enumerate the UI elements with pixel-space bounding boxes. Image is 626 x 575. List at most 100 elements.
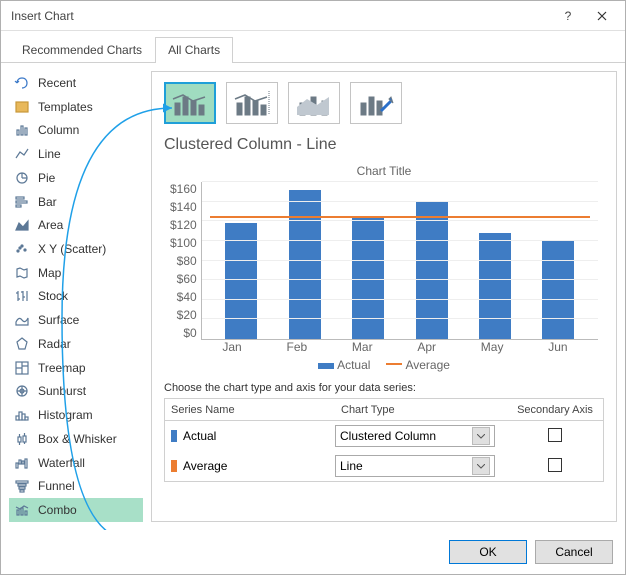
funnel-icon [13, 477, 31, 495]
combo-subtype-row [164, 82, 604, 124]
tab-strip: Recommended Charts All Charts [1, 31, 625, 63]
sidebar-item-label: Surface [38, 313, 79, 327]
chart-plot [201, 182, 598, 340]
sidebar-item-label: Funnel [38, 479, 75, 493]
series-name-actual: Actual [183, 429, 216, 443]
tab-all-charts[interactable]: All Charts [155, 37, 233, 63]
help-button[interactable]: ? [551, 4, 585, 28]
header-series-name: Series Name [165, 401, 335, 419]
box-whisker-icon [13, 430, 31, 448]
recent-icon [13, 74, 31, 92]
main-panel: Clustered Column - Line Chart Title $160… [151, 71, 617, 522]
sidebar-item-label: Sunburst [38, 384, 86, 398]
surface-icon [13, 311, 31, 329]
y-axis-labels: $160$140$120$100$80$60$40$20$0 [170, 182, 201, 340]
sidebar-item-radar[interactable]: Radar [9, 332, 143, 356]
pie-icon [13, 169, 31, 187]
waterfall-icon [13, 454, 31, 472]
sunburst-icon [13, 382, 31, 400]
average-line [210, 216, 590, 218]
scatter-icon [13, 240, 31, 258]
sidebar-item-histogram[interactable]: Histogram [9, 403, 143, 427]
cancel-button[interactable]: Cancel [535, 540, 613, 564]
secondary-axis-checkbox-actual[interactable] [548, 428, 562, 442]
combo-icon [13, 501, 31, 519]
bar [289, 190, 321, 339]
sidebar-item-label: Map [38, 266, 61, 280]
sidebar-item-box-whisker[interactable]: Box & Whisker [9, 427, 143, 451]
chart-legend: Actual Average [170, 358, 598, 372]
series-row-actual: Actual Clustered Column [165, 421, 603, 451]
sidebar-item-label: Combo [38, 503, 77, 517]
series-swatch-actual [171, 430, 177, 442]
header-secondary-axis: Secondary Axis [507, 401, 603, 419]
sidebar-item-label: X Y (Scatter) [38, 242, 106, 256]
sidebar-item-label: Bar [38, 195, 57, 209]
sidebar-item-label: Templates [38, 100, 93, 114]
legend-actual: Actual [337, 358, 370, 372]
chart-subtitle: Clustered Column - Line [164, 136, 604, 154]
subtype-stacked-area-column[interactable] [288, 82, 340, 124]
sidebar-item-scatter[interactable]: X Y (Scatter) [9, 237, 143, 261]
sidebar-item-column[interactable]: Column [9, 118, 143, 142]
sidebar-item-label: Radar [38, 337, 71, 351]
sidebar-item-label: Stock [38, 289, 68, 303]
series-name-average: Average [183, 459, 227, 473]
sidebar-item-templates[interactable]: Templates [9, 95, 143, 119]
tab-recommended[interactable]: Recommended Charts [9, 37, 155, 63]
sidebar-item-label: Area [38, 218, 63, 232]
titlebar: Insert Chart ? [1, 1, 625, 31]
chevron-down-icon [472, 457, 490, 475]
sidebar-item-map[interactable]: Map [9, 261, 143, 285]
chevron-down-icon [472, 427, 490, 445]
subtype-custom-combo[interactable] [350, 82, 402, 124]
series-table: Series Name Chart Type Secondary Axis Ac… [164, 398, 604, 482]
sidebar-item-pie[interactable]: Pie [9, 166, 143, 190]
chart-type-select-actual[interactable]: Clustered Column [335, 425, 495, 447]
bar-icon [13, 193, 31, 211]
sidebar-item-label: Treemap [38, 361, 86, 375]
bar [542, 241, 574, 339]
chart-preview: Chart Title $160$140$120$100$80$60$40$20… [164, 160, 604, 382]
sidebar-item-bar[interactable]: Bar [9, 190, 143, 214]
histogram-icon [13, 406, 31, 424]
sidebar-item-label: Column [38, 123, 79, 137]
series-row-average: Average Line [165, 451, 603, 481]
series-config-label: Choose the chart type and axis for your … [164, 382, 604, 394]
stock-icon [13, 287, 31, 305]
bar [479, 233, 511, 339]
treemap-icon [13, 359, 31, 377]
subtype-clustered-column-line[interactable] [164, 82, 216, 124]
chart-type-select-average[interactable]: Line [335, 455, 495, 477]
ok-button[interactable]: OK [449, 540, 527, 564]
dialog-buttons: OK Cancel [1, 530, 625, 574]
x-axis-labels: JanFebMarAprMayJun [170, 340, 598, 354]
map-icon [13, 264, 31, 282]
close-button[interactable] [585, 4, 619, 28]
sidebar-item-stock[interactable]: Stock [9, 285, 143, 309]
templates-icon [13, 98, 31, 116]
sidebar-item-funnel[interactable]: Funnel [9, 474, 143, 498]
insert-chart-dialog: Insert Chart ? Recommended Charts All Ch… [0, 0, 626, 575]
radar-icon [13, 335, 31, 353]
chart-category-list: Recent Templates Column Line Pie Bar Are… [9, 71, 143, 522]
sidebar-item-combo[interactable]: Combo [9, 498, 143, 522]
subtype-clustered-column-line-secondary[interactable] [226, 82, 278, 124]
sidebar-item-label: Box & Whisker [38, 432, 117, 446]
sidebar-item-waterfall[interactable]: Waterfall [9, 451, 143, 475]
sidebar-item-area[interactable]: Area [9, 213, 143, 237]
sidebar-item-surface[interactable]: Surface [9, 308, 143, 332]
sidebar-item-label: Line [38, 147, 61, 161]
area-icon [13, 216, 31, 234]
window-title: Insert Chart [11, 9, 551, 23]
secondary-axis-checkbox-average[interactable] [548, 458, 562, 472]
chart-title: Chart Title [170, 164, 598, 178]
sidebar-item-label: Histogram [38, 408, 93, 422]
sidebar-item-line[interactable]: Line [9, 142, 143, 166]
sidebar-item-recent[interactable]: Recent [9, 71, 143, 95]
line-icon [13, 145, 31, 163]
series-swatch-average [171, 460, 177, 472]
legend-average: Average [405, 358, 449, 372]
sidebar-item-treemap[interactable]: Treemap [9, 356, 143, 380]
sidebar-item-sunburst[interactable]: Sunburst [9, 380, 143, 404]
